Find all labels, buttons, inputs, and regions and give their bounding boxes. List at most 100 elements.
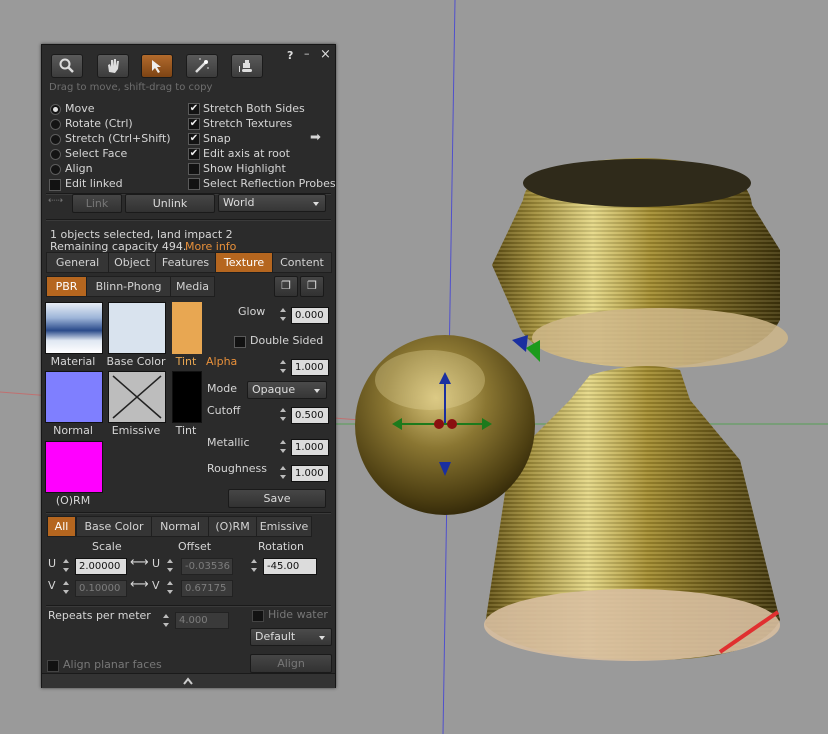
rotation-field[interactable]: -45.00: [263, 558, 317, 575]
divider: [46, 605, 331, 607]
tint-top-swatch[interactable]: [172, 302, 202, 354]
orm-swatch[interactable]: [45, 441, 103, 493]
collapse-bar[interactable]: [42, 673, 335, 688]
tab-content[interactable]: Content: [272, 252, 332, 273]
move-radio[interactable]: [50, 104, 61, 115]
metallic-spinner[interactable]: [278, 437, 288, 456]
minimize-button[interactable]: –: [304, 47, 310, 60]
alpha-field[interactable]: 1.000: [291, 359, 329, 376]
tab-channel-emissive[interactable]: Emissive: [256, 516, 312, 537]
tab-channel-all[interactable]: All: [47, 516, 76, 537]
unlink-button[interactable]: Unlink: [125, 194, 215, 213]
copy-icon[interactable]: ❐: [274, 276, 298, 297]
rotate-label: Rotate (Ctrl): [65, 117, 133, 130]
normal-swatch[interactable]: [45, 371, 103, 423]
snap-checkbox[interactable]: ✔: [188, 133, 200, 145]
roughness-spinner[interactable]: [278, 463, 288, 482]
paste-icon[interactable]: ❐: [300, 276, 324, 297]
align-radio[interactable]: [50, 164, 61, 175]
close-button[interactable]: ×: [320, 47, 331, 62]
tab-object[interactable]: Object: [108, 252, 156, 273]
hand-icon: [108, 59, 119, 73]
stretch-radio[interactable]: [50, 134, 61, 145]
glow-field[interactable]: 0.000: [291, 307, 329, 324]
land-tool-button[interactable]: [231, 54, 263, 78]
tab-blinn-phong[interactable]: Blinn-Phong: [86, 276, 171, 297]
tab-channel-orm[interactable]: (O)RM: [208, 516, 257, 537]
tab-texture[interactable]: Texture: [215, 252, 273, 273]
select-reflection-probes-checkbox[interactable]: [188, 178, 200, 190]
cutoff-label: Cutoff: [207, 404, 241, 417]
mode-label: Mode: [207, 382, 237, 395]
arrow-right-icon[interactable]: ➡: [310, 130, 321, 145]
reference-frame-dropdown[interactable]: World: [218, 194, 326, 212]
roughness-field[interactable]: 1.000: [291, 465, 329, 482]
focus-tool-button[interactable]: [51, 54, 83, 78]
edit-linked-label: Edit linked: [65, 177, 123, 190]
stretch-textures-checkbox[interactable]: ✔: [188, 118, 200, 130]
alpha-mode-dropdown[interactable]: Opaque: [247, 381, 327, 399]
edit-axis-root-checkbox[interactable]: ✔: [188, 148, 200, 160]
help-button[interactable]: ?: [287, 49, 293, 62]
magnifier-icon: [59, 58, 74, 73]
offset-u-spinner[interactable]: [165, 556, 175, 575]
tab-channel-normal[interactable]: Normal: [151, 516, 209, 537]
tint-bottom-swatch[interactable]: [172, 371, 202, 423]
tool-hint: Drag to move, shift-drag to copy: [49, 82, 213, 93]
create-tool-button[interactable]: [186, 54, 218, 78]
repeats-spinner[interactable]: [161, 611, 171, 630]
stretch-both-sides-checkbox[interactable]: ✔: [188, 103, 200, 115]
cutoff-field[interactable]: 0.500: [291, 407, 329, 424]
link-button[interactable]: Link: [72, 194, 122, 213]
upper-cylinder[interactable]: [492, 158, 788, 368]
link-arrows-icon: ⇠⇢: [48, 196, 64, 206]
link-v-arrows-icon[interactable]: ⟷: [130, 577, 149, 592]
build-floater: ? – × Drag to move, shift-drag to copy M…: [41, 44, 336, 688]
scale-u-spinner[interactable]: [61, 556, 71, 575]
scale-v-field[interactable]: 0.10000: [75, 580, 127, 597]
select-reflection-probes-label: Select Reflection Probes: [203, 177, 336, 190]
align-planar-checkbox[interactable]: [47, 660, 59, 672]
edit-linked-checkbox[interactable]: [49, 179, 61, 191]
edit-axis-root-label: Edit axis at root: [203, 147, 290, 160]
offset-v-field[interactable]: 0.67175: [181, 580, 233, 597]
double-sided-checkbox[interactable]: [234, 336, 246, 348]
stretch-textures-label: Stretch Textures: [203, 117, 293, 130]
tab-features[interactable]: Features: [155, 252, 216, 273]
chevron-up-icon: [183, 677, 193, 685]
offset-u-field[interactable]: -0.03536: [181, 558, 233, 575]
base-color-swatch[interactable]: [108, 302, 166, 354]
show-highlight-checkbox[interactable]: [188, 163, 200, 175]
grab-tool-button[interactable]: [97, 54, 129, 78]
hide-water-checkbox[interactable]: [252, 610, 264, 622]
stretch-both-sides-label: Stretch Both Sides: [203, 102, 305, 115]
move-label: Move: [65, 102, 95, 115]
snap-label: Snap: [203, 132, 231, 145]
tab-general[interactable]: General: [46, 252, 109, 273]
emissive-swatch[interactable]: [108, 371, 166, 423]
tab-media[interactable]: Media: [170, 276, 215, 297]
metallic-field[interactable]: 1.000: [291, 439, 329, 456]
link-u-arrows-icon[interactable]: ⟷: [130, 555, 149, 570]
bulldozer-icon: [239, 60, 252, 72]
align-label: Align: [65, 162, 93, 175]
mapping-dropdown[interactable]: Default: [250, 628, 332, 646]
scale-u-field[interactable]: 2.00000: [75, 558, 127, 575]
rotation-spinner[interactable]: [249, 556, 259, 575]
rotate-radio[interactable]: [50, 119, 61, 130]
tab-channel-base-color[interactable]: Base Color: [76, 516, 152, 537]
offset-label: Offset: [178, 540, 212, 553]
scale-v-spinner[interactable]: [61, 578, 71, 597]
edit-tool-button[interactable]: [141, 54, 173, 78]
align-button[interactable]: Align: [250, 654, 332, 673]
glow-spinner[interactable]: [278, 305, 288, 324]
repeats-field[interactable]: 4.000: [175, 612, 229, 629]
select-face-radio[interactable]: [50, 149, 61, 160]
material-swatch[interactable]: [45, 302, 103, 354]
tab-pbr[interactable]: PBR: [46, 276, 87, 297]
offset-v-spinner[interactable]: [165, 578, 175, 597]
cutoff-spinner[interactable]: [278, 405, 288, 424]
alpha-spinner[interactable]: [278, 357, 288, 376]
select-face-label: Select Face: [65, 147, 128, 160]
save-button[interactable]: Save: [228, 489, 326, 508]
